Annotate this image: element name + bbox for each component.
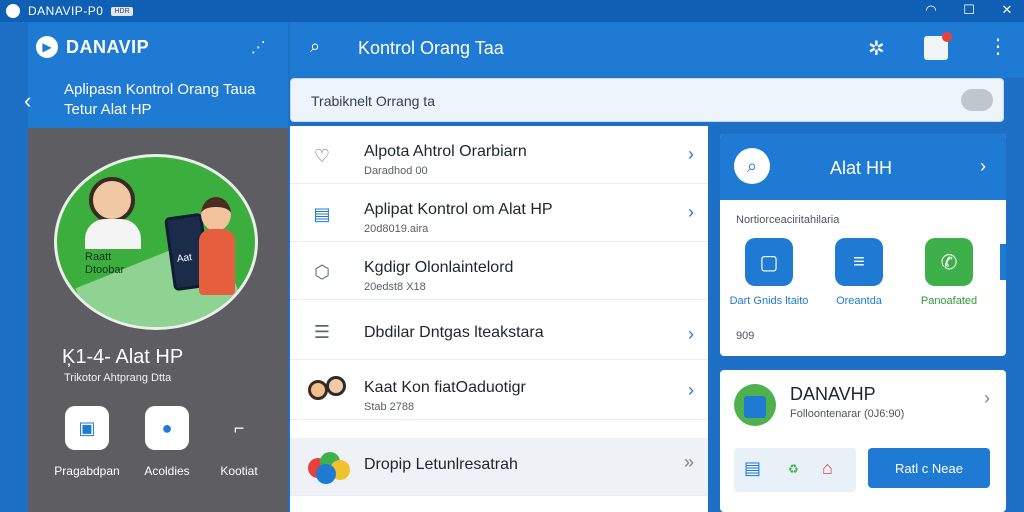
list-item-sub: 20d8019.aira [364,223,429,235]
back-icon[interactable]: ‹ [24,88,31,114]
topbar-title: Kontrol Orang Taa [358,38,504,58]
list-item[interactable]: Dropip Letunlresatrah » [290,438,708,496]
header-subtitle: Aplipasn Kontrol Orang Taua Tetur Alat H… [64,80,256,120]
brand-name: DANAVIP [66,36,150,57]
chevron-right-icon: › [688,144,694,164]
feature-list: ♡ Alpota Ahtrol Orarbiarn Daradhod 00 › … [290,126,708,512]
left-panel: ▶ DANAVIP ⋰ ‹ Aplipasn Kontrol Orang Tau… [24,22,288,512]
notification-dot [942,32,952,42]
quick-action-2[interactable]: ● Acoldies [132,406,202,478]
brand-logo-icon: ▶ [36,36,58,58]
alat-card-header[interactable]: ⌕ Alat HH › [720,134,1006,200]
list-item[interactable]: ☰ Dbdilar Dntgas lteakstara › [290,302,708,360]
danavip-card: DANAVHP Folloontenarar (0J6:90) › ▤ ♻ ⌂ … [720,370,1006,512]
main-topbar: ⌕ Kontrol Orang Taa ✲ ⋮ [290,22,1024,78]
app-label: Oreantda [836,295,882,307]
list-item-title: Alpota Ahtrol Orarbiarn [364,143,527,160]
list-item[interactable]: ⬡ Kgdigr Olonlaintelord 20edst8 X18 [290,242,708,300]
header-line2: Tetur Alat HP [64,101,152,118]
primary-action-button[interactable]: Ratl c Neae [868,448,990,488]
hero-phone-text: Aat [176,252,193,265]
close-icon[interactable]: ✕ [998,2,1016,18]
more-icon[interactable]: ⋮ [988,34,1008,59]
tool-icon: ⌐ [233,417,245,438]
alat-card: ⌕ Alat HH › Nortiorceaciritahilaria ▢ Da… [720,134,1006,356]
list-item-sub: Daradhod 00 [364,165,428,177]
list-item[interactable]: Kaat Kon fiatOaduotigr Stab 2788 › [290,362,708,420]
maximize-icon[interactable]: ☐ [960,2,978,18]
double-chevron-icon: » [683,452,694,472]
toolbox-icon: ▣ [65,406,109,450]
list-item-title: Aplipat Kontrol om Alat HP [364,201,553,218]
quick-action-label: Acoldies [144,464,190,478]
search-magnify-icon: ⌕ [734,148,770,184]
header-line1: Aplipasn Kontrol Orang Taua [64,81,256,98]
app-shortcut[interactable]: ≡ Oreantda [814,238,904,309]
app-shortcut[interactable]: ✆ Panoafated [904,238,994,309]
window-titlebar: DANAVIP-P0 HDR ◠ ☐ ✕ [0,0,1024,22]
share-icon[interactable]: ⋰ [251,38,266,56]
list-item-sub: Stab 2788 [364,401,415,413]
search-input[interactable]: Trabiknelt Orrang ta [290,78,1004,122]
document-icon: ▤ [313,203,331,224]
list-item[interactable]: ▤ Aplipat Kontrol om Alat HP 20d8019.air… [290,184,708,242]
danavip-logo-icon [734,384,776,426]
wifi-icon: ◠ [925,2,937,17]
colorful-apps-icon [308,450,352,484]
app-label: Dart Gnids ltaito [729,295,809,307]
boy-figure [89,177,135,223]
home-mini-icon[interactable]: ⌂ [822,458,833,479]
left-title: Ķ1-4- Alat HP [62,346,184,368]
list-item-sub: 20edst8 X18 [364,281,426,293]
alat-card-title: Alat HH [830,158,893,178]
gear-icon[interactable]: ✲ [868,36,885,61]
left-subtitle: Trikotor Ahtprang Dtta [64,372,172,384]
chevron-right-icon: › [688,324,694,344]
app-label: Panoafated [920,295,978,307]
shield-heart-icon: ♡ [313,145,331,166]
search-icon[interactable]: ⌕ [310,36,320,57]
recycle-mini-icon[interactable]: ♻ [788,462,799,476]
mini-app-tray: ▤ ♻ ⌂ [734,448,856,492]
app-icon [6,4,20,18]
list-item-title: Kaat Kon fiatOaduotigr [364,379,526,396]
quick-action-label: Kootiat [220,464,258,478]
list-item-title: Dbdilar Dntgas lteakstara [364,324,544,341]
danavip-card-title: DANAVHP [790,384,876,404]
quick-action-label: Pragabdpan [54,464,120,478]
phone-app-icon: ✆ [925,238,973,286]
girl-figure [201,197,231,231]
puzzle-icon: ⬡ [314,261,330,282]
window-badge: HDR [111,6,133,16]
left-header: ▶ DANAVIP ⋰ ‹ Aplipasn Kontrol Orang Tau… [24,22,288,128]
chevron-right-icon[interactable]: › [984,388,990,409]
window-app-icon: ▢ [745,238,793,286]
danavip-card-subtitle: Folloontenarar (0J6:90) [790,408,905,420]
hero-illustration: Raatt Dtoobar Aat [54,154,258,330]
chevron-right-icon: › [688,202,694,222]
hero-caption: Raatt Dtoobar [85,251,125,276]
list-item[interactable]: ♡ Alpota Ahtrol Orarbiarn Daradhod 00 › [290,126,708,184]
list-item-title: Kgdigr Olonlaintelord [364,259,514,276]
chevron-right-icon: › [980,156,986,176]
window-title: DANAVIP-P0 [28,4,104,18]
quick-action-1[interactable]: ▣ Pragabdpan [52,406,122,478]
list-item-title: Dropip Letunlresatrah [364,456,518,473]
alat-card-count: 909 [736,330,755,342]
list-icon: ☰ [313,321,331,342]
notes-app-icon: ≡ [835,238,883,286]
person-icon: ● [145,406,189,450]
app-shortcut[interactable]: ▢ Dart Gnids ltaito [724,238,814,309]
chevron-right-icon: › [688,380,694,400]
notes-mini-icon[interactable]: ▤ [744,458,761,479]
quick-action-3[interactable]: ⌐ Kootiat [204,406,274,479]
search-toggle-button[interactable] [961,89,993,111]
family-icon [308,374,352,408]
search-value: Trabiknelt Orrang ta [311,93,435,109]
scroll-edge-indicator [1000,244,1006,280]
alat-card-subtitle: Nortiorceaciritahilaria [736,214,840,226]
avatar-icon[interactable] [924,32,952,60]
